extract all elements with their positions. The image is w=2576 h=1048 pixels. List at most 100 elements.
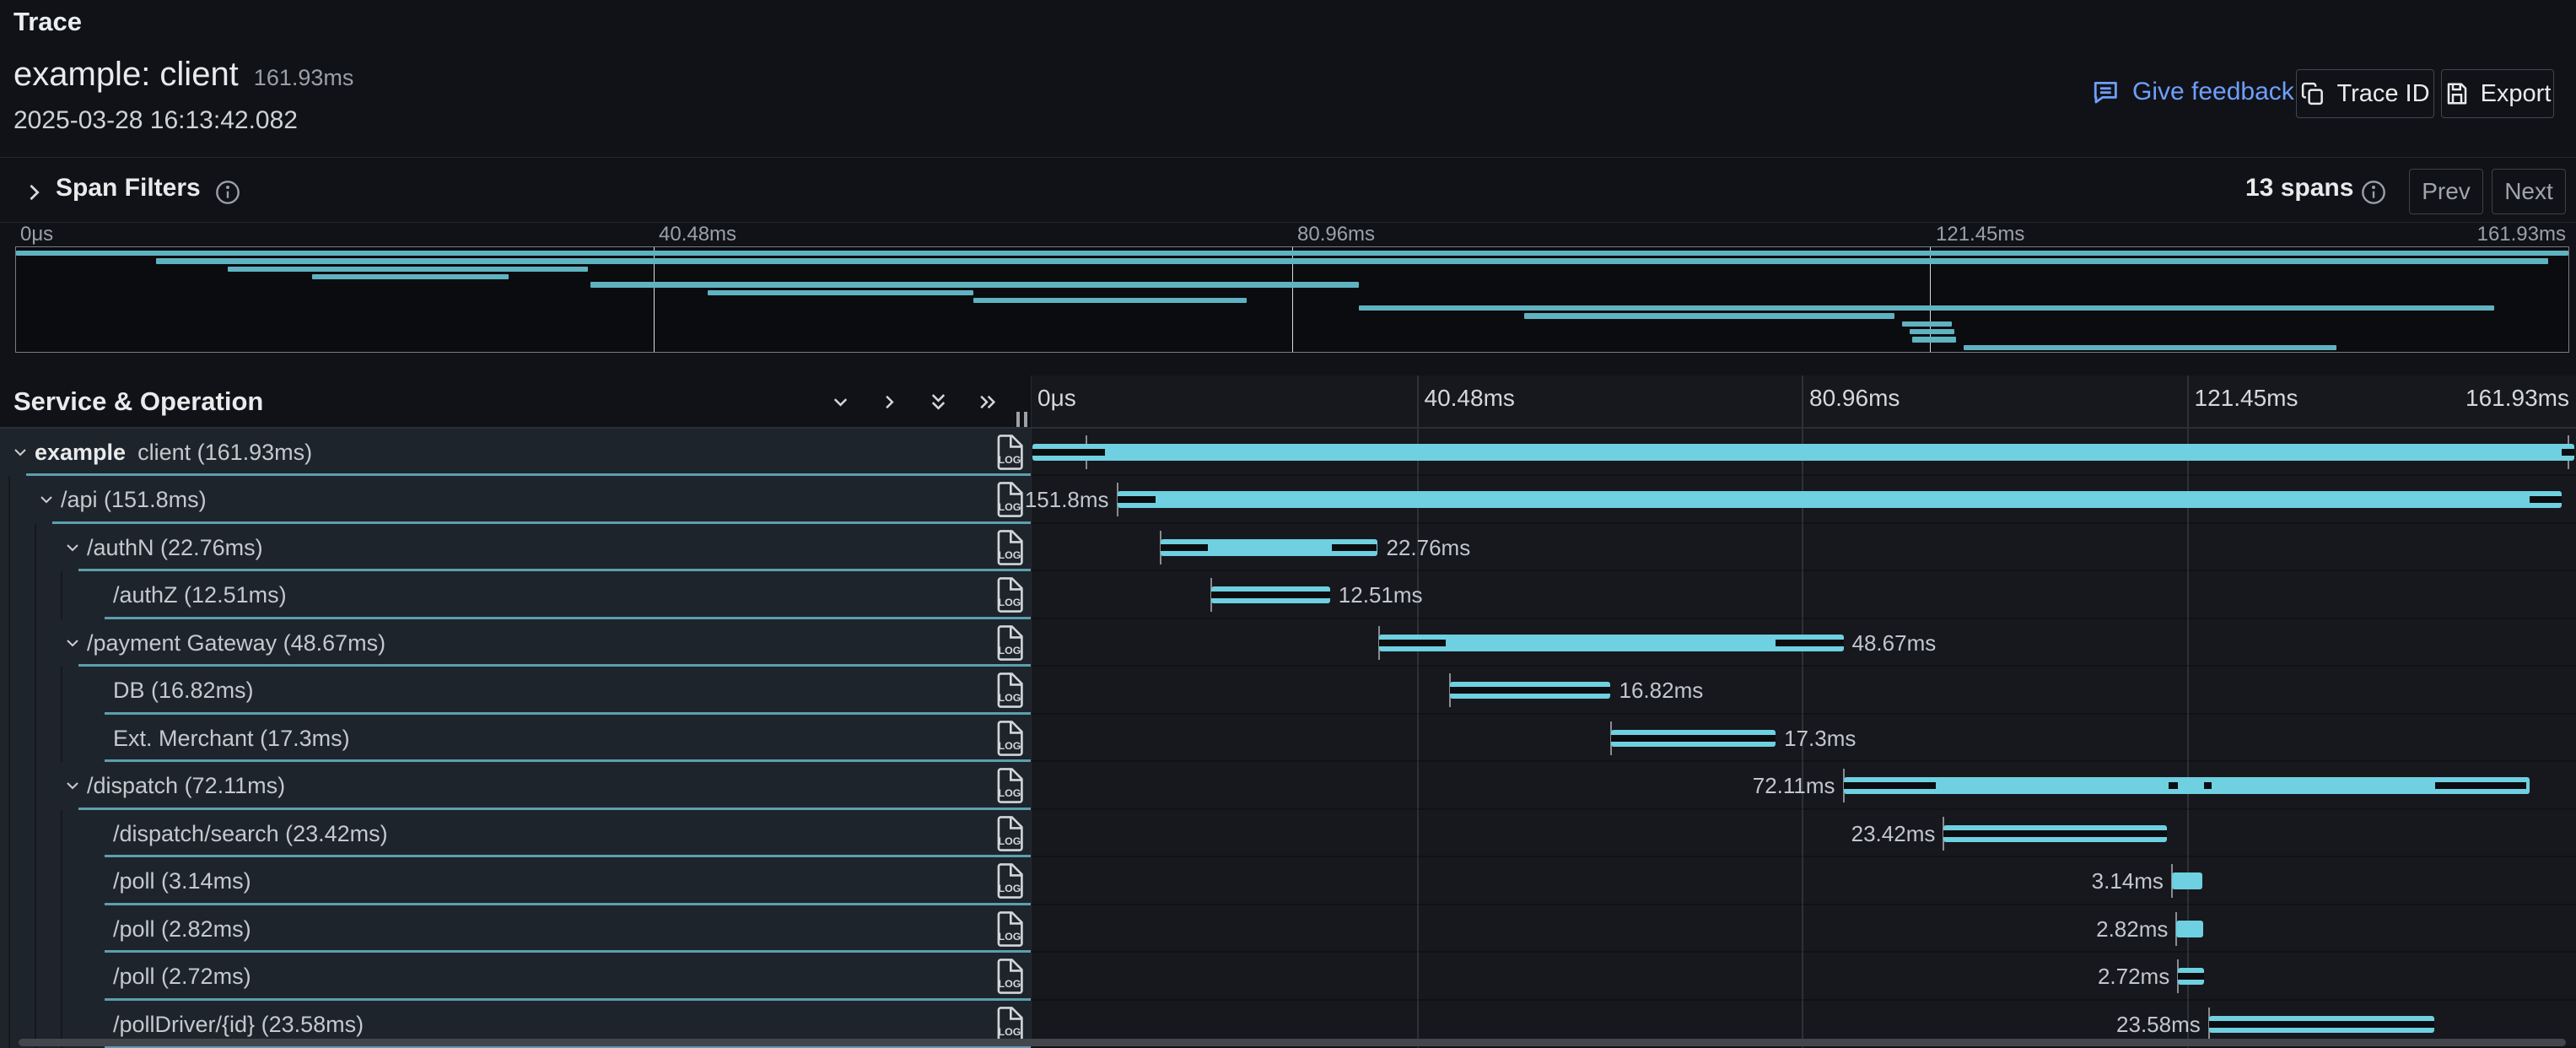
span-row-track: 72.11ms xyxy=(1032,762,2574,808)
span-operation-name: Ext. Merchant (17.3ms) xyxy=(113,726,350,751)
log-icon[interactable]: LOG xyxy=(995,911,1024,947)
span-bar[interactable] xyxy=(2172,872,2202,889)
span-operation-name: /authN (22.76ms) xyxy=(87,535,263,560)
span-row-timeline-cell[interactable]: 2.72ms xyxy=(1031,953,2576,1000)
span-row-name-cell[interactable]: /poll (3.14ms)LOG xyxy=(0,857,1031,905)
span-row-name-cell[interactable]: /dispatch (72.11ms) LOG xyxy=(0,762,1031,809)
span-row-track: 2.72ms xyxy=(1032,953,2574,998)
svg-text:LOG: LOG xyxy=(999,502,1021,514)
span-row-timeline-cell[interactable]: 151.8ms xyxy=(1031,476,2576,523)
span-row-name-cell[interactable]: exampleclient (161.93ms)LOG xyxy=(0,429,1031,476)
span-operation-name: /poll (2.82ms) xyxy=(113,916,251,942)
span-operation-name: /dispatch/search (23.42ms) xyxy=(113,821,388,846)
span-log-mark xyxy=(1332,544,1377,551)
span-row-track: 2.82ms xyxy=(1032,905,2574,951)
span-row-label: /poll (2.82ms) xyxy=(113,905,251,953)
span-log-mark xyxy=(1118,496,1156,503)
span-row-name-cell[interactable]: /payment Gateway (48.67ms) LOG xyxy=(0,619,1031,667)
span-row-name-cell[interactable]: Ext. Merchant (17.3ms) LOG xyxy=(0,715,1031,762)
span-operation-name: /poll (2.72ms) xyxy=(113,964,251,989)
span-bar[interactable] xyxy=(1032,444,2574,461)
svg-text:LOG: LOG xyxy=(999,835,1021,847)
indent-guide xyxy=(35,905,36,953)
span-row-label: Ext. Merchant (17.3ms) xyxy=(113,715,350,762)
indent-guide xyxy=(35,571,36,619)
span-service-name: example xyxy=(35,440,126,465)
indent-guide xyxy=(61,810,62,857)
indent-guide xyxy=(35,810,36,857)
indent-guide xyxy=(8,715,10,762)
log-icon[interactable]: LOG xyxy=(995,816,1024,851)
log-icon[interactable]: LOG xyxy=(995,435,1024,470)
span-row-name-cell[interactable]: /dispatch/search (23.42ms) LOG xyxy=(0,810,1031,857)
span-bar[interactable] xyxy=(1844,777,2530,794)
chevron-down-icon[interactable] xyxy=(36,489,57,510)
indent-guide xyxy=(61,857,62,905)
span-bar[interactable] xyxy=(1379,635,1843,651)
indent-guide xyxy=(35,667,36,714)
span-rows: exampleclient (161.93ms)LOG/api (151.8ms… xyxy=(0,0,2576,1048)
span-duration-label: 16.82ms xyxy=(1619,667,1704,714)
span-row-name-cell[interactable]: DB (16.82ms) LOG xyxy=(0,667,1031,714)
log-icon[interactable]: LOG xyxy=(995,482,1024,517)
span-row-label: DB (16.82ms) xyxy=(113,667,254,714)
span-row-timeline-cell[interactable]: 23.42ms xyxy=(1031,810,2576,857)
span-row-timeline-cell[interactable]: 17.3ms xyxy=(1031,715,2576,762)
indent-guide xyxy=(8,810,10,857)
svg-text:LOG: LOG xyxy=(999,787,1021,799)
chevron-down-icon[interactable] xyxy=(62,775,83,796)
span-bar[interactable] xyxy=(1118,491,2563,508)
span-duration-label: 151.8ms xyxy=(1025,476,1109,523)
span-row-timeline-cell[interactable]: 2.82ms xyxy=(1031,905,2576,953)
span-operation-name: /dispatch (72.11ms) xyxy=(87,773,285,798)
indent-guide xyxy=(35,524,36,571)
span-row-name-cell[interactable]: /poll (2.72ms) LOG xyxy=(0,953,1031,1000)
svg-text:LOG: LOG xyxy=(999,454,1021,466)
chevron-down-icon[interactable] xyxy=(10,442,30,462)
span-row-name-cell[interactable]: /poll (2.82ms) LOG xyxy=(0,905,1031,953)
span-row-label: /payment Gateway (48.67ms) xyxy=(87,619,385,667)
span-row-label: /dispatch/search (23.42ms) xyxy=(113,810,388,857)
log-icon[interactable]: LOG xyxy=(995,863,1024,899)
log-icon[interactable]: LOG xyxy=(995,1007,1024,1042)
svg-text:LOG: LOG xyxy=(999,645,1021,656)
log-icon[interactable]: LOG xyxy=(995,673,1024,708)
log-icon[interactable]: LOG xyxy=(995,625,1024,661)
indent-guide xyxy=(35,762,36,809)
span-row-timeline-cell[interactable] xyxy=(1031,429,2576,476)
log-icon[interactable]: LOG xyxy=(995,959,1024,994)
span-row-name-cell[interactable]: /api (151.8ms)LOG xyxy=(0,476,1031,523)
chevron-down-icon[interactable] xyxy=(62,633,83,653)
indent-guide xyxy=(35,953,36,1000)
span-row-timeline-cell[interactable]: 3.14ms xyxy=(1031,857,2576,905)
span-row-name-cell[interactable]: /authZ (12.51ms)LOG xyxy=(0,571,1031,619)
span-row-timeline-cell[interactable]: 72.11ms xyxy=(1031,762,2576,809)
log-icon[interactable]: LOG xyxy=(995,721,1024,756)
span-log-mark xyxy=(1032,449,1105,456)
indent-guide xyxy=(35,857,36,905)
indent-guide xyxy=(35,619,36,667)
span-row-track xyxy=(1032,429,2574,474)
span-duration-label: 23.42ms xyxy=(1851,810,1936,857)
span-row-label: /dispatch (72.11ms) xyxy=(87,762,285,809)
indent-guide xyxy=(8,1001,10,1048)
span-bar[interactable] xyxy=(2176,921,2203,937)
horizontal-scrollbar[interactable] xyxy=(19,1039,2566,1046)
indent-guide xyxy=(61,667,62,714)
span-duration-label: 2.82ms xyxy=(2096,905,2168,953)
span-row-name-cell[interactable]: /authN (22.76ms) LOG xyxy=(0,524,1031,571)
span-operation-name: /payment Gateway (48.67ms) xyxy=(87,630,385,656)
log-icon[interactable]: LOG xyxy=(995,530,1024,565)
indent-guide xyxy=(8,476,10,523)
span-row-timeline-cell[interactable]: 22.76ms xyxy=(1031,524,2576,571)
log-icon[interactable]: LOG xyxy=(995,577,1024,613)
svg-text:LOG: LOG xyxy=(999,597,1021,608)
span-row-timeline-cell[interactable]: 48.67ms xyxy=(1031,619,2576,667)
span-duration-label: 12.51ms xyxy=(1339,571,1423,619)
span-row-timeline-cell[interactable]: 16.82ms xyxy=(1031,667,2576,714)
chevron-down-icon[interactable] xyxy=(62,538,83,558)
span-log-mark xyxy=(1844,782,1937,789)
log-icon[interactable]: LOG xyxy=(995,768,1024,803)
span-row-track: 48.67ms xyxy=(1032,619,2574,665)
span-row-timeline-cell[interactable]: 12.51ms xyxy=(1031,571,2576,619)
